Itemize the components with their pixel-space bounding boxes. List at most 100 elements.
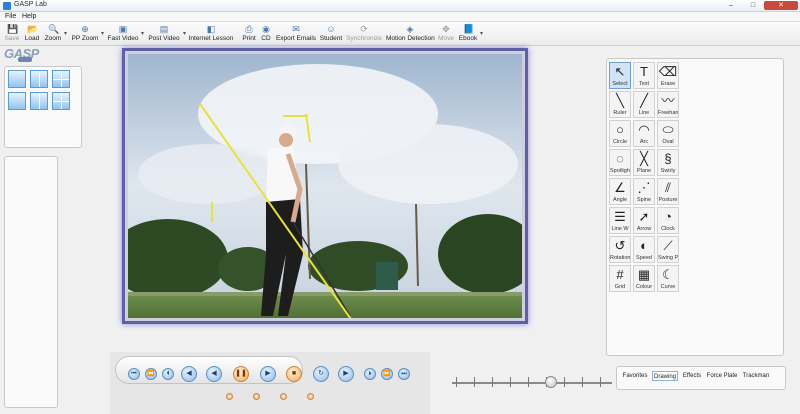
stop-button[interactable]: ■ [286,366,302,382]
tool-clock[interactable]: ◔ Clock [657,207,679,234]
next-marker-button[interactable]: ⏩ [381,368,393,380]
step-forward-button[interactable]: ⏵ [364,368,376,380]
tool-swing-plane[interactable]: ⟋ Swing Plane [657,236,679,263]
spine-icon: ⋰ [637,180,651,195]
tool-ruler[interactable]: ╲ Ruler [609,91,631,118]
marker-1-button[interactable] [226,393,233,400]
close-button[interactable]: ✕ [764,1,798,10]
save-button[interactable]: 💾 Save [3,23,21,45]
tool-label: Curve [660,284,676,290]
layout-option-4-icon[interactable] [8,92,26,110]
tool-angle[interactable]: ∠ Angle [609,178,631,205]
first-frame-button[interactable]: ⏮ [128,368,140,380]
pp-zoom-button[interactable]: ⊕ PP Zoom [70,23,100,45]
ruler-icon: ╲ [616,93,624,108]
sync-icon: ⟳ [360,24,368,34]
internet-lesson-button[interactable]: ◧ Internet Lesson [188,23,234,45]
tool-label: Erase [660,81,676,87]
post-video-dropdown-arrow[interactable] [183,32,186,35]
fast-video-button[interactable]: ▣ Fast Video [106,23,140,45]
tool-label: Arc [639,139,649,145]
marker-3-button[interactable] [280,393,287,400]
layout-option-5-icon[interactable] [30,92,48,110]
cloud [338,124,518,204]
video-viewer[interactable] [122,48,528,324]
book-icon: 📘 [463,24,475,34]
oval-icon: ⬭ [662,122,674,137]
cd-button[interactable]: ◉ CD [259,23,273,45]
play-forward-button[interactable]: ▶ [338,366,354,382]
menu-help[interactable]: Help [22,13,36,20]
speed-slider-thumb[interactable] [545,376,558,388]
maximize-button[interactable]: □ [742,1,764,10]
tab-trackman[interactable]: Trackman [741,371,771,381]
ebook-button[interactable]: 📘 Ebook [458,23,478,45]
tool-circle[interactable]: ○ Circle [609,120,631,147]
speed-slider-track[interactable] [452,382,612,384]
tool-spine[interactable]: ⋰ Spine [633,178,655,205]
move-button[interactable]: ✥ Move [436,23,456,45]
tool-line[interactable]: ╱ Line [633,91,655,118]
synchronize-button[interactable]: ⟳ Synchronize [346,23,382,45]
golf-swing-video-frame[interactable] [128,54,522,318]
tool-plane[interactable]: ╳ Plane [633,149,655,176]
step-back-fast-button[interactable]: ⏴ [162,368,174,380]
load-button[interactable]: 📂 Load [22,23,42,45]
export-emails-button[interactable]: ✉ Export Emails [275,23,317,45]
pause-button[interactable]: ❚❚ [233,366,249,382]
post-video-button[interactable]: ▤ Post Video [146,23,182,45]
marker-4-button[interactable] [307,393,314,400]
motion-detection-icon: ◈ [406,24,414,34]
zoom-button[interactable]: 🔍 Zoom [43,23,63,45]
tool-freehand[interactable]: 〰 Freehand [657,91,679,118]
pp-zoom-dropdown-arrow[interactable] [101,32,104,35]
tab-force-plate[interactable]: Force Plate [706,371,738,381]
tool-label: Speed [636,255,652,261]
magnifier-icon: 🔍 [48,24,60,34]
tool-oval[interactable]: ⬭ Oval [657,120,679,147]
tool-posture[interactable]: ⫽ Posture [657,178,679,205]
tool-swirly[interactable]: § Swirly [657,149,679,176]
print-button[interactable]: ⎙ Print [240,23,258,45]
last-frame-button[interactable]: ⏭ [398,368,410,380]
move-icon: ✥ [442,24,450,34]
layout-side-by-side-icon[interactable] [30,70,48,88]
marker-2-button[interactable] [253,393,260,400]
play-reverse-button[interactable]: ◀ [206,366,222,382]
tool-rotation[interactable]: ↺ Rotation [609,236,631,263]
tab-drawing[interactable]: Drawing [652,371,678,381]
tab-favorites[interactable]: Favorites [621,371,649,381]
student-list-panel[interactable] [4,156,58,408]
tool-speed[interactable]: ◐ Speed [633,236,655,263]
tool-grid[interactable]: # Grid [609,265,631,292]
tool-label: Ruler [613,110,627,116]
tool-colour[interactable]: ▦ Colour [633,265,655,292]
student-button[interactable]: ☺ Student [318,23,344,45]
layout-option-6-icon[interactable] [52,92,70,110]
prev-marker-button[interactable]: ⏪ [145,368,157,380]
tool-label: Arrow [636,226,652,232]
tool-line-w[interactable]: ☰ Line W [609,207,631,234]
minimize-button[interactable]: – [720,1,742,10]
motion-detection-button[interactable]: ◈ Motion Detection [386,23,435,45]
menu-file[interactable]: File [5,13,16,20]
tool-arc[interactable]: ◠ Arc [633,120,655,147]
loop-button[interactable]: ↻ [313,366,329,382]
play-button[interactable]: ▶ [260,366,276,382]
zoom-dropdown-arrow[interactable] [64,32,67,35]
layout-single-icon[interactable] [8,70,26,88]
tool-label: Oval [662,139,674,145]
tool-arrow[interactable]: ➚ Arrow [633,207,655,234]
tool-select[interactable]: ↖ Select [609,62,631,89]
ebook-dropdown-arrow[interactable] [480,32,483,35]
fast-video-dropdown-arrow[interactable] [141,32,144,35]
tool-curve[interactable]: ☾ Curve [657,265,679,292]
tool-erase[interactable]: ⌫ Erase [657,62,679,89]
layout-quad-icon[interactable] [52,70,70,88]
tool-text[interactable]: T Text [633,62,655,89]
tab-effects[interactable]: Effects [681,371,703,381]
tool-label: Spotlight [610,168,630,174]
step-back-button[interactable]: ◀ [181,366,197,382]
tool-spotlight[interactable]: ◌ Spotlight [609,149,631,176]
cd-icon: ◉ [262,24,270,34]
